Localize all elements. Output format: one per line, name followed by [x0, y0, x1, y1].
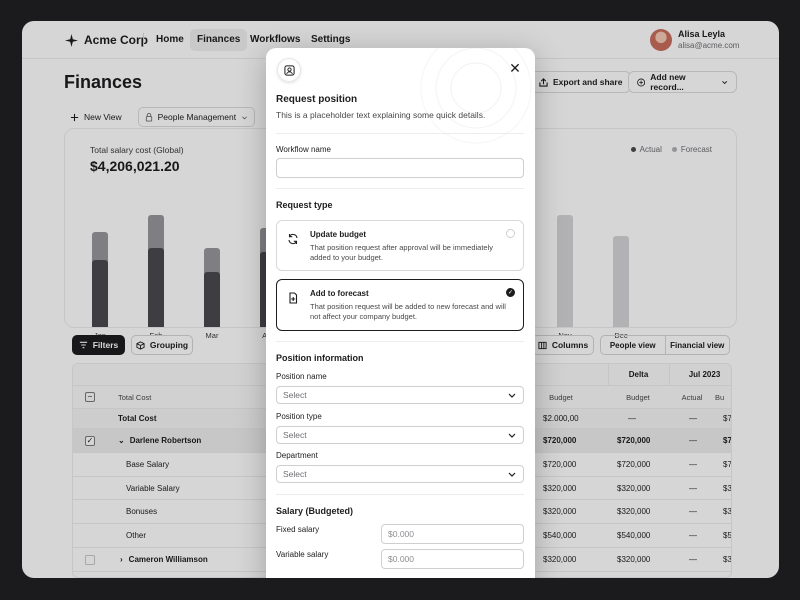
- position-type-label: Position type: [276, 412, 322, 421]
- workflow-name-label: Workflow name: [276, 145, 331, 154]
- option-update-budget[interactable]: Update budget That position request afte…: [276, 220, 524, 271]
- radio-selected-check-icon[interactable]: ✓: [506, 288, 515, 297]
- select-placeholder: Select: [283, 469, 307, 479]
- position-type-select[interactable]: Select: [276, 426, 524, 444]
- department-label: Department: [276, 451, 318, 460]
- chevron-down-icon: [508, 433, 516, 438]
- position-name-select[interactable]: Select: [276, 386, 524, 404]
- workflow-name-input[interactable]: [276, 158, 524, 178]
- fixed-salary-input[interactable]: $0.000: [381, 524, 524, 544]
- modal-title: Request position: [276, 94, 358, 105]
- select-placeholder: Select: [283, 430, 307, 440]
- option-title: Add to forecast: [310, 289, 369, 298]
- divider: [276, 494, 524, 495]
- department-select[interactable]: Select: [276, 465, 524, 483]
- document-plus-icon: [289, 292, 298, 304]
- position-name-label: Position name: [276, 372, 327, 381]
- close-icon[interactable]: ✕: [507, 60, 523, 76]
- divider: [276, 341, 524, 342]
- option-title: Update budget: [310, 230, 366, 239]
- request-type-heading: Request type: [276, 200, 333, 210]
- position-info-heading: Position information: [276, 353, 364, 363]
- divider: [276, 188, 524, 189]
- variable-salary-label: Variable salary: [276, 550, 329, 559]
- radio-unselected[interactable]: [506, 229, 515, 238]
- select-placeholder: Select: [283, 390, 307, 400]
- salary-heading: Salary (Budgeted): [276, 506, 354, 516]
- user-badge-icon: [277, 58, 301, 82]
- refresh-icon: [288, 233, 298, 245]
- chevron-down-icon: [508, 393, 516, 398]
- fixed-salary-label: Fixed salary: [276, 525, 320, 534]
- variable-salary-input[interactable]: $0.000: [381, 549, 524, 569]
- modal-subtitle: This is a placeholder text explaining so…: [276, 110, 486, 120]
- option-description: That position request after approval wil…: [310, 243, 494, 263]
- request-position-modal: ✕ Request position This is a placeholder…: [266, 48, 535, 578]
- app-window: Acme Corp Home Finances Workflows Settin…: [22, 21, 779, 578]
- divider: [276, 133, 524, 134]
- option-add-to-forecast[interactable]: Add to forecast That position request wi…: [276, 279, 524, 331]
- option-description: That position request will be added to n…: [310, 302, 506, 322]
- chevron-down-icon: [508, 472, 516, 477]
